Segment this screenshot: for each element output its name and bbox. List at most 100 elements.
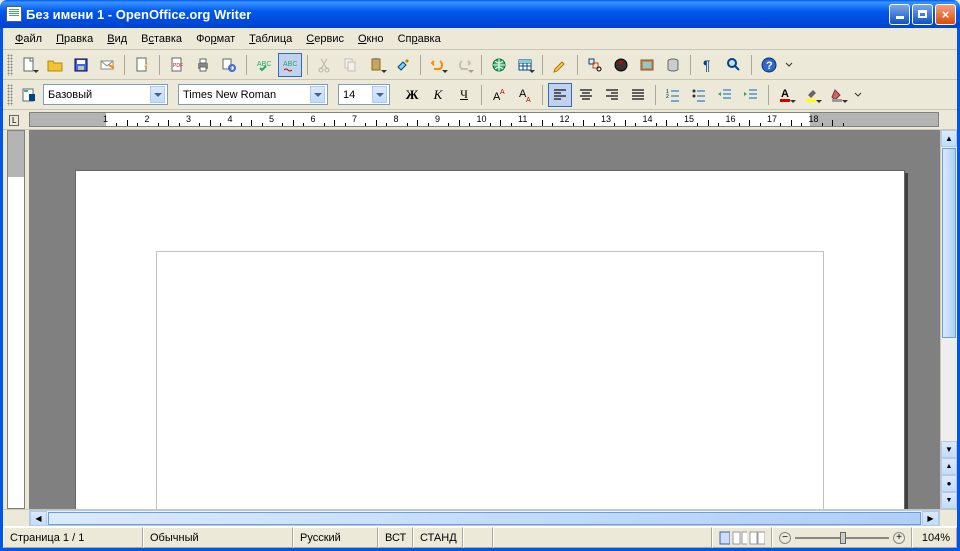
gallery-button[interactable]: [635, 53, 659, 77]
paragraph-style-combo[interactable]: Базовый: [43, 84, 168, 105]
save-button[interactable]: [69, 53, 93, 77]
nonprint-chars-button[interactable]: ¶: [696, 53, 720, 77]
open-button[interactable]: [43, 53, 67, 77]
font-color-button[interactable]: A: [774, 83, 798, 107]
zoom-track[interactable]: [795, 537, 889, 539]
font-name-combo[interactable]: Times New Roman: [178, 84, 328, 105]
maximize-button[interactable]: [912, 4, 933, 25]
close-button[interactable]: ×: [935, 4, 956, 25]
data-sources-button[interactable]: [661, 53, 685, 77]
minimize-button[interactable]: [889, 4, 910, 25]
toolbar-overflow-2[interactable]: [852, 83, 864, 107]
status-modified[interactable]: [493, 527, 712, 548]
svg-text:A: A: [500, 89, 505, 96]
indent-increase-button[interactable]: [739, 83, 763, 107]
status-zoom-value[interactable]: 104%: [912, 527, 957, 548]
status-signature[interactable]: [463, 527, 493, 548]
horizontal-scrollbar[interactable]: ◀ ▶: [29, 510, 940, 526]
bg-color-button[interactable]: [826, 83, 850, 107]
align-center-button[interactable]: [574, 83, 598, 107]
drawing-button[interactable]: [548, 53, 572, 77]
vertical-ruler-area: [3, 130, 29, 509]
hyperlink-button[interactable]: [487, 53, 511, 77]
autospell-button[interactable]: ABC: [278, 53, 302, 77]
menu-insert[interactable]: Вставка: [135, 31, 188, 47]
menu-file[interactable]: Файл: [9, 31, 48, 47]
email-button[interactable]: [95, 53, 119, 77]
find-button[interactable]: [583, 53, 607, 77]
svg-text:?: ?: [766, 60, 773, 72]
status-style[interactable]: Обычный: [143, 527, 293, 548]
bullet-list-button[interactable]: [687, 83, 711, 107]
horizontal-ruler[interactable]: [1,2,3,4,5,6,7,8,9,10,11,12,13,14,15,16,…: [29, 112, 939, 127]
toolbar-overflow[interactable]: [783, 53, 795, 77]
nav-target-button[interactable]: ●: [941, 475, 957, 492]
text-area[interactable]: [156, 251, 824, 509]
ruler-corner[interactable]: L: [3, 110, 29, 130]
subscript-button[interactable]: AA: [513, 83, 537, 107]
numbered-list-button[interactable]: 12: [661, 83, 685, 107]
new-button[interactable]: [17, 53, 41, 77]
italic-button[interactable]: К: [426, 83, 450, 107]
status-insert-mode[interactable]: ВСТ: [378, 527, 413, 548]
undo-button[interactable]: [426, 53, 450, 77]
highlight-button[interactable]: [800, 83, 824, 107]
align-justify-button[interactable]: [626, 83, 650, 107]
redo-button[interactable]: [452, 53, 476, 77]
help-button[interactable]: ?: [757, 53, 781, 77]
single-page-icon[interactable]: [719, 531, 730, 545]
status-view-layout[interactable]: [712, 527, 772, 548]
prev-page-button[interactable]: ▲: [941, 458, 957, 475]
menu-tools[interactable]: Сервис: [300, 31, 350, 47]
paste-button[interactable]: [365, 53, 389, 77]
spellcheck-button[interactable]: ABC: [252, 53, 276, 77]
next-page-button[interactable]: ▼: [941, 492, 957, 509]
status-zoom-slider[interactable]: − +: [772, 527, 912, 548]
print-preview-button[interactable]: [217, 53, 241, 77]
menu-format[interactable]: Формат: [190, 31, 241, 47]
vertical-scrollbar[interactable]: ▲ ▼ ▲ ● ▼: [940, 130, 957, 509]
menu-view[interactable]: Вид: [101, 31, 133, 47]
scroll-left-button[interactable]: ◀: [30, 511, 47, 526]
cut-button[interactable]: [313, 53, 337, 77]
bold-button[interactable]: Ж: [400, 83, 424, 107]
menu-help[interactable]: Справка: [392, 31, 447, 47]
edit-doc-button[interactable]: [130, 53, 154, 77]
multi-page-icon[interactable]: [732, 531, 748, 545]
page[interactable]: [75, 170, 905, 509]
table-button[interactable]: [513, 53, 537, 77]
status-page[interactable]: Страница 1 / 1: [3, 527, 143, 548]
book-icon[interactable]: [749, 531, 765, 545]
status-sel-mode[interactable]: СТАНД: [413, 527, 463, 548]
menu-edit[interactable]: Правка: [50, 31, 99, 47]
pdf-button[interactable]: PDF: [165, 53, 189, 77]
scroll-thumb[interactable]: [942, 148, 956, 338]
hscroll-thumb[interactable]: [48, 512, 921, 525]
menu-window[interactable]: Окно: [352, 31, 390, 47]
styles-button[interactable]: [17, 83, 41, 107]
status-lang[interactable]: Русский: [293, 527, 378, 548]
scroll-up-button[interactable]: ▲: [941, 130, 957, 147]
zoom-handle[interactable]: [840, 532, 846, 544]
menu-table[interactable]: Таблица: [243, 31, 298, 47]
underline-button[interactable]: Ч: [452, 83, 476, 107]
print-button[interactable]: [191, 53, 215, 77]
zoom-in-icon[interactable]: +: [893, 532, 905, 544]
format-paintbrush-button[interactable]: [391, 53, 415, 77]
scroll-down-button[interactable]: ▼: [941, 441, 957, 458]
vertical-ruler[interactable]: [7, 130, 25, 509]
window-title: Без имени 1 - OpenOffice.org Writer: [26, 7, 251, 22]
toolbar-grip[interactable]: [7, 84, 13, 106]
zoom-button[interactable]: [722, 53, 746, 77]
indent-decrease-button[interactable]: [713, 83, 737, 107]
navigator-button[interactable]: [609, 53, 633, 77]
align-right-button[interactable]: [600, 83, 624, 107]
document-canvas[interactable]: [29, 130, 940, 509]
align-left-button[interactable]: [548, 83, 572, 107]
superscript-button[interactable]: AA: [487, 83, 511, 107]
toolbar-grip[interactable]: [7, 54, 13, 76]
font-size-combo[interactable]: 14: [338, 84, 390, 105]
copy-button[interactable]: [339, 53, 363, 77]
zoom-out-icon[interactable]: −: [779, 532, 791, 544]
scroll-right-button[interactable]: ▶: [922, 511, 939, 526]
